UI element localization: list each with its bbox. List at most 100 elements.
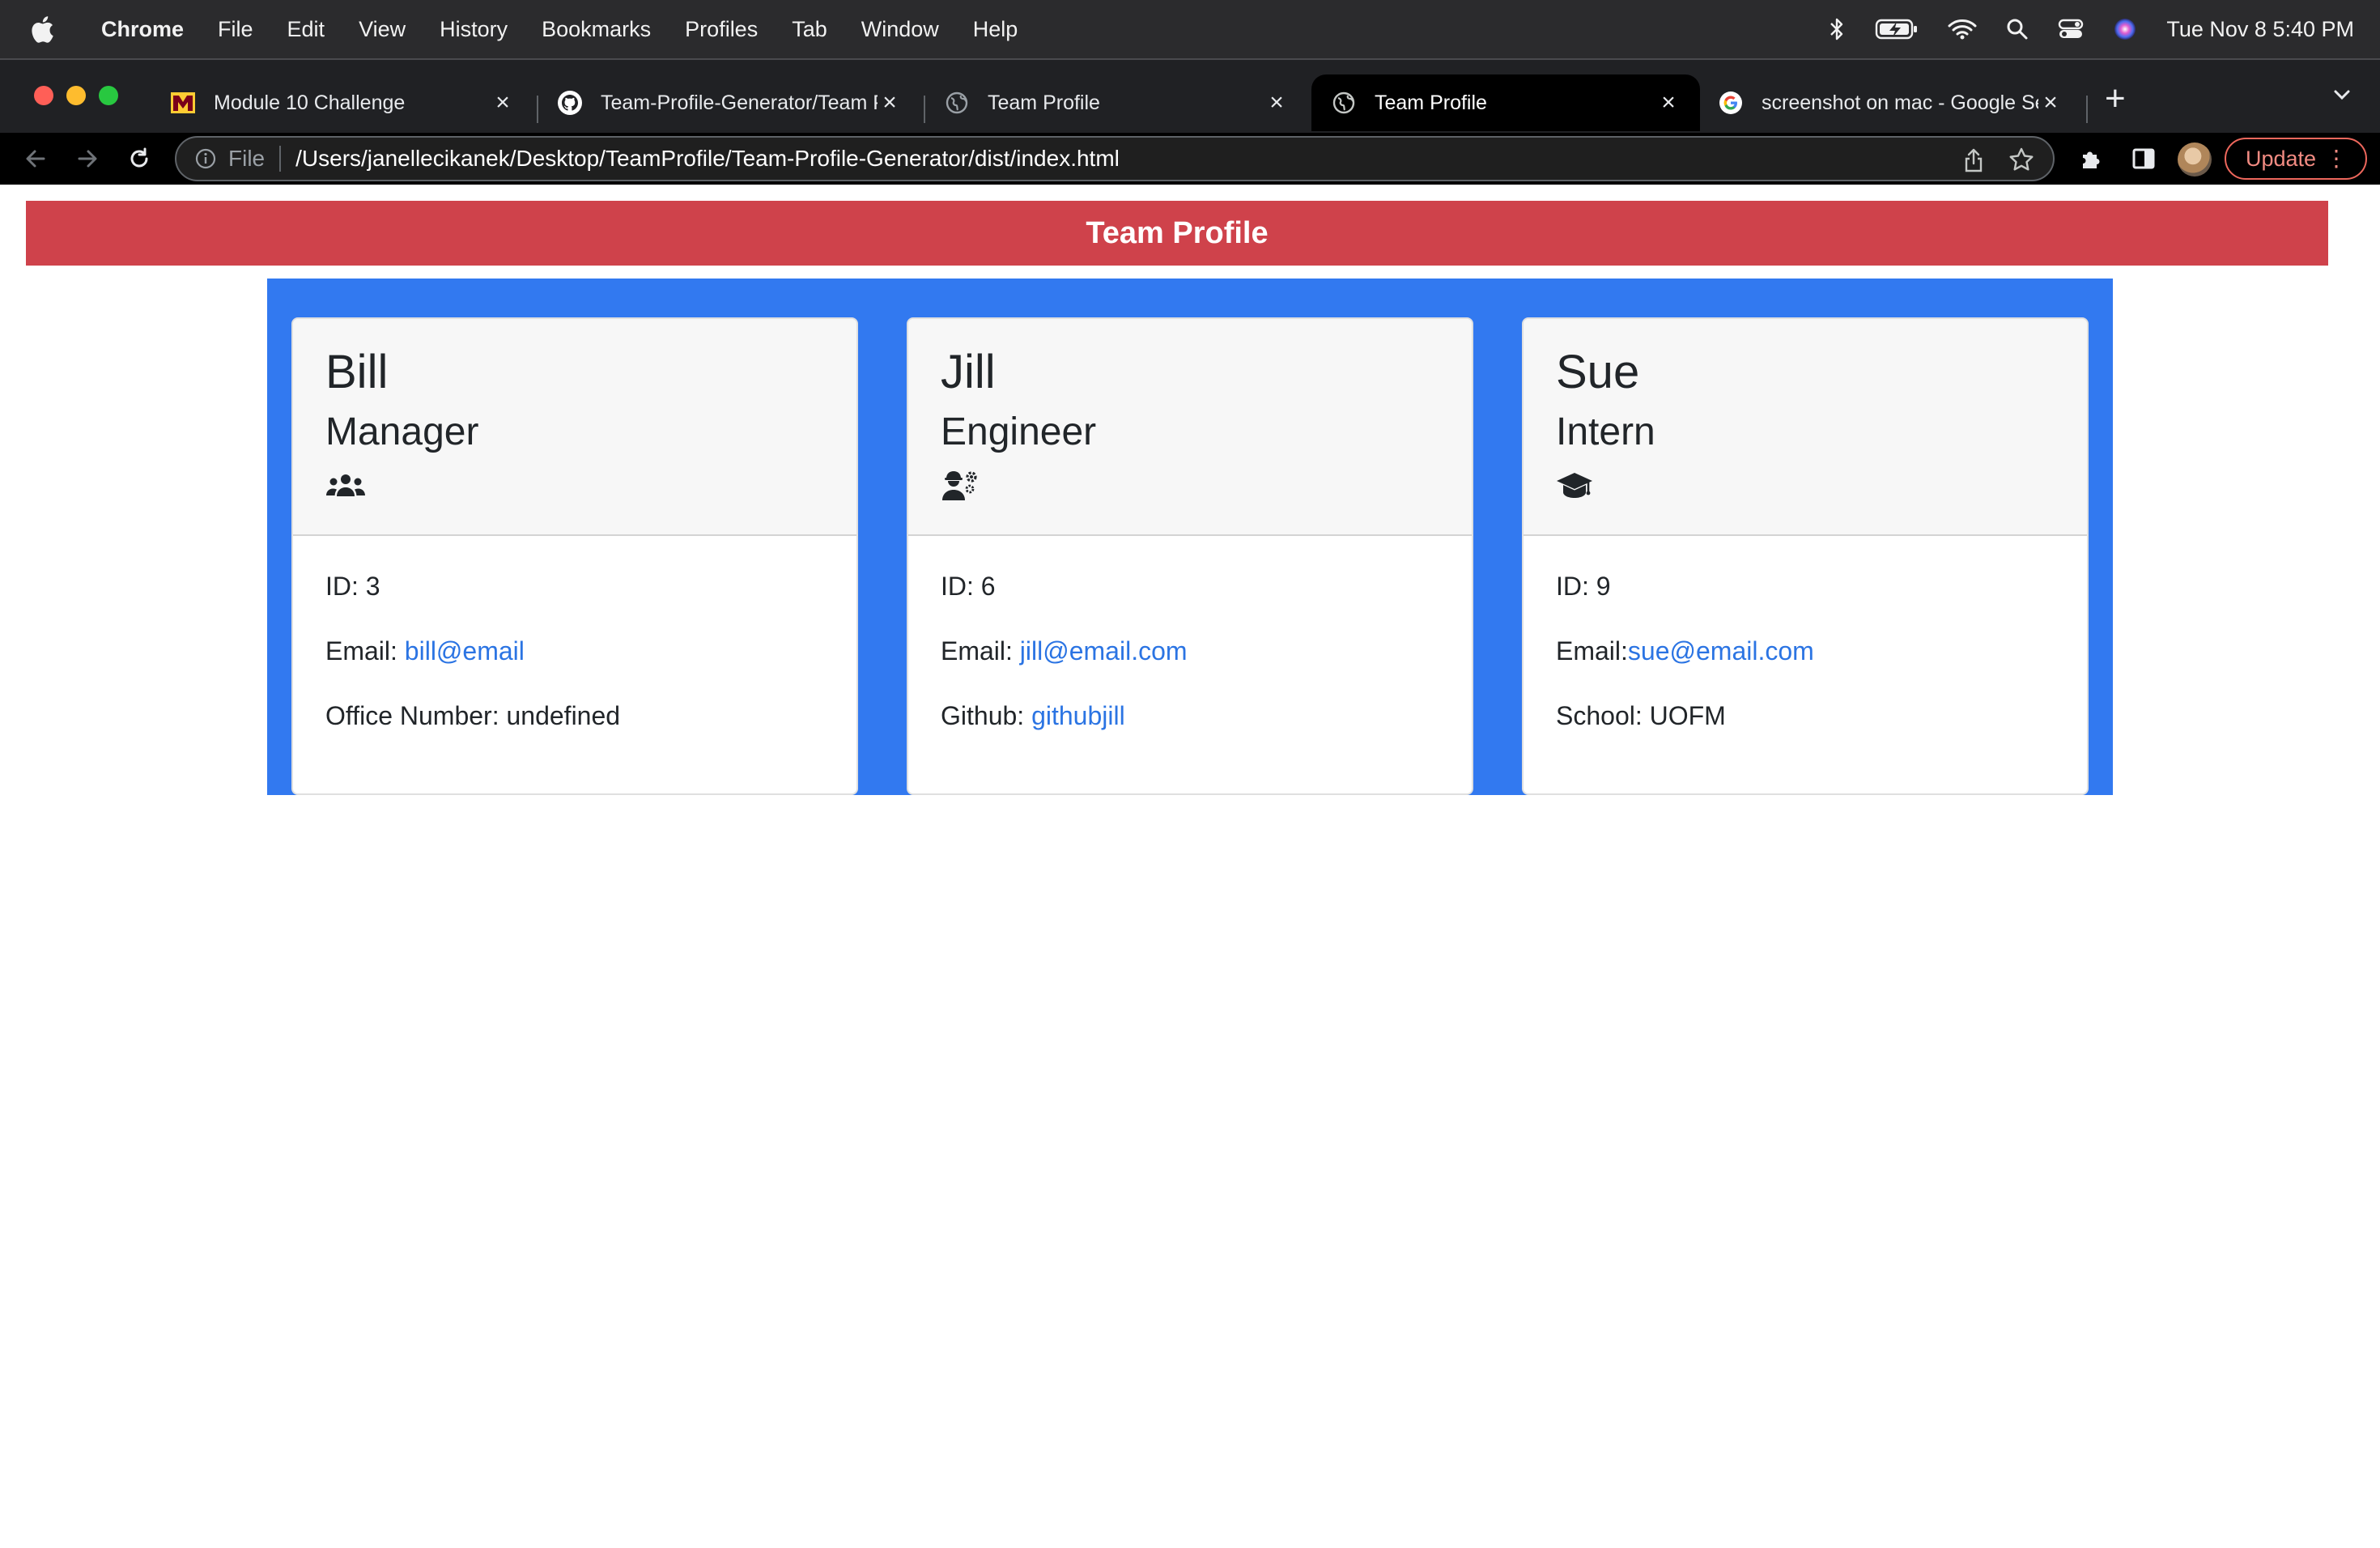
employee-id: ID: 3 (325, 572, 380, 601)
apple-menu-icon[interactable] (0, 15, 84, 43)
employee-id: ID: 6 (941, 572, 996, 601)
window-minimize-button[interactable] (66, 86, 86, 105)
control-center-icon[interactable] (2058, 18, 2084, 40)
university-m-icon (170, 90, 196, 116)
browser-toolbar: File /Users/janellecikanek/Desktop/TeamP… (0, 133, 2380, 185)
employee-name: Sue (1556, 346, 1640, 398)
email-link[interactable]: sue@email.com (1628, 636, 1814, 666)
user-gear-icon (941, 470, 1439, 502)
tab-title: screenshot on mac - Google Se (1762, 91, 2038, 114)
menu-tab[interactable]: Tab (775, 17, 844, 42)
tab-close-icon[interactable]: × (1264, 89, 1289, 117)
back-arrow-icon[interactable] (19, 142, 52, 175)
school: School: UOFM (1556, 701, 1726, 730)
github-icon (557, 90, 583, 116)
github-link[interactable]: githubjill (1031, 701, 1125, 730)
tab-team-profile-active[interactable]: Team Profile × (1311, 74, 1700, 131)
update-button[interactable]: Update ⋮ (2225, 138, 2367, 180)
window-zoom-button[interactable] (99, 86, 118, 105)
new-tab-button[interactable]: + (2105, 81, 2126, 117)
window-close-button[interactable] (34, 86, 53, 105)
forward-arrow-icon[interactable] (71, 142, 104, 175)
menu-profiles[interactable]: Profiles (668, 17, 775, 42)
menu-help[interactable]: Help (956, 17, 1035, 42)
tab-title: Team-Profile-Generator/Team P (601, 91, 878, 114)
tab-google-search[interactable]: screenshot on mac - Google Se × (1698, 74, 2082, 131)
tab-title: Module 10 Challenge (214, 91, 406, 114)
card-header: Jill Engineer (908, 319, 1472, 536)
tab-separator (2086, 96, 2088, 123)
people-group-icon (325, 470, 824, 502)
site-info-icon[interactable] (194, 147, 217, 170)
menu-history[interactable]: History (423, 17, 525, 42)
employee-role: Manager (325, 410, 479, 453)
email-label: Email: (941, 636, 1020, 666)
card-body: ID: 6 Email: jill@email.com Github: gith… (908, 536, 1472, 793)
tab-search-chevron-icon[interactable] (2331, 84, 2352, 112)
globe-icon (1331, 90, 1357, 116)
update-button-label: Update (2246, 146, 2317, 171)
employee-email-row: Email: bill@email (325, 636, 824, 666)
globe-icon (944, 90, 970, 116)
employee-role: Intern (1556, 410, 1655, 453)
tab-close-icon[interactable]: × (2038, 89, 2063, 117)
menu-view[interactable]: View (342, 17, 423, 42)
tab-team-profile[interactable]: Team Profile × (924, 74, 1308, 131)
menu-edit[interactable]: Edit (270, 17, 342, 42)
url-text[interactable]: /Users/janellecikanek/Desktop/TeamProfil… (295, 146, 1120, 172)
menu-bookmarks[interactable]: Bookmarks (525, 17, 668, 42)
bluetooth-icon[interactable] (1828, 17, 1846, 41)
extensions-puzzle-icon[interactable] (2076, 142, 2108, 175)
menubar-clock[interactable]: Tue Nov 8 5:40 PM (2166, 17, 2354, 42)
omnibox-divider (279, 146, 282, 172)
bookmark-star-icon[interactable] (2008, 146, 2035, 177)
tab-close-icon[interactable]: × (1656, 89, 1681, 117)
tab-github-repo[interactable]: Team-Profile-Generator/Team P × (538, 74, 921, 131)
office-number: Office Number: undefined (325, 701, 621, 730)
google-icon (1718, 90, 1744, 116)
tab-module-10-challenge[interactable]: Module 10 Challenge × (151, 74, 534, 131)
page-title: Team Profile (26, 201, 2328, 266)
menu-app-chrome[interactable]: Chrome (84, 17, 201, 42)
employee-name: Bill (325, 346, 389, 398)
spotlight-search-icon[interactable] (2006, 18, 2029, 40)
team-cards-container: Bill Manager ID: 3 Email: bill@email Off… (267, 279, 2113, 795)
menu-window[interactable]: Window (844, 17, 956, 42)
kebab-menu-icon[interactable]: ⋮ (2325, 147, 2348, 170)
tab-title: Team Profile (1375, 91, 1487, 114)
wifi-icon[interactable] (1948, 18, 1977, 40)
email-label: Email: (1556, 636, 1628, 666)
card-body: ID: 9 Email:sue@email.com School: UOFM (1524, 536, 2087, 793)
employee-name: Jill (941, 346, 996, 398)
profile-avatar[interactable] (2178, 142, 2212, 176)
employee-email-row: Email: jill@email.com (941, 636, 1439, 666)
siri-icon[interactable] (2113, 17, 2137, 41)
graduation-cap-icon (1556, 470, 2055, 502)
email-link[interactable]: bill@email (405, 636, 525, 666)
employee-card-engineer: Jill Engineer ID: 6 Email: jill@email.co… (907, 317, 1473, 795)
tab-close-icon[interactable]: × (491, 89, 515, 117)
battery-charging-icon[interactable] (1875, 18, 1919, 40)
tab-title: Team Profile (988, 91, 1100, 114)
employee-email-row: Email:sue@email.com (1556, 636, 2055, 666)
menu-file[interactable]: File (201, 17, 270, 42)
card-header: Sue Intern (1524, 319, 2087, 536)
tab-close-icon[interactable]: × (878, 89, 902, 117)
employee-card-manager: Bill Manager ID: 3 Email: bill@email Off… (291, 317, 858, 795)
address-bar[interactable]: File /Users/janellecikanek/Desktop/TeamP… (175, 136, 2055, 181)
employee-role: Engineer (941, 410, 1097, 453)
side-panel-icon[interactable] (2127, 142, 2160, 175)
reload-icon[interactable] (123, 142, 155, 175)
macos-menu-bar: Chrome File Edit View History Bookmarks … (0, 0, 2380, 58)
github-label: Github: (941, 701, 1032, 730)
browser-tab-strip: Module 10 Challenge × Team-Profile-Gener… (0, 58, 2380, 133)
email-link[interactable]: jill@email.com (1020, 636, 1188, 666)
card-body: ID: 3 Email: bill@email Office Number: u… (293, 536, 856, 793)
github-row: Github: githubjill (941, 701, 1439, 731)
card-header: Bill Manager (293, 319, 856, 536)
employee-card-intern: Sue Intern ID: 9 Email:sue@email.com Sch… (1522, 317, 2089, 795)
email-label: Email: (325, 636, 405, 666)
employee-id: ID: 9 (1556, 572, 1611, 601)
url-scheme-label: File (228, 146, 266, 171)
share-icon[interactable] (1962, 147, 1985, 177)
